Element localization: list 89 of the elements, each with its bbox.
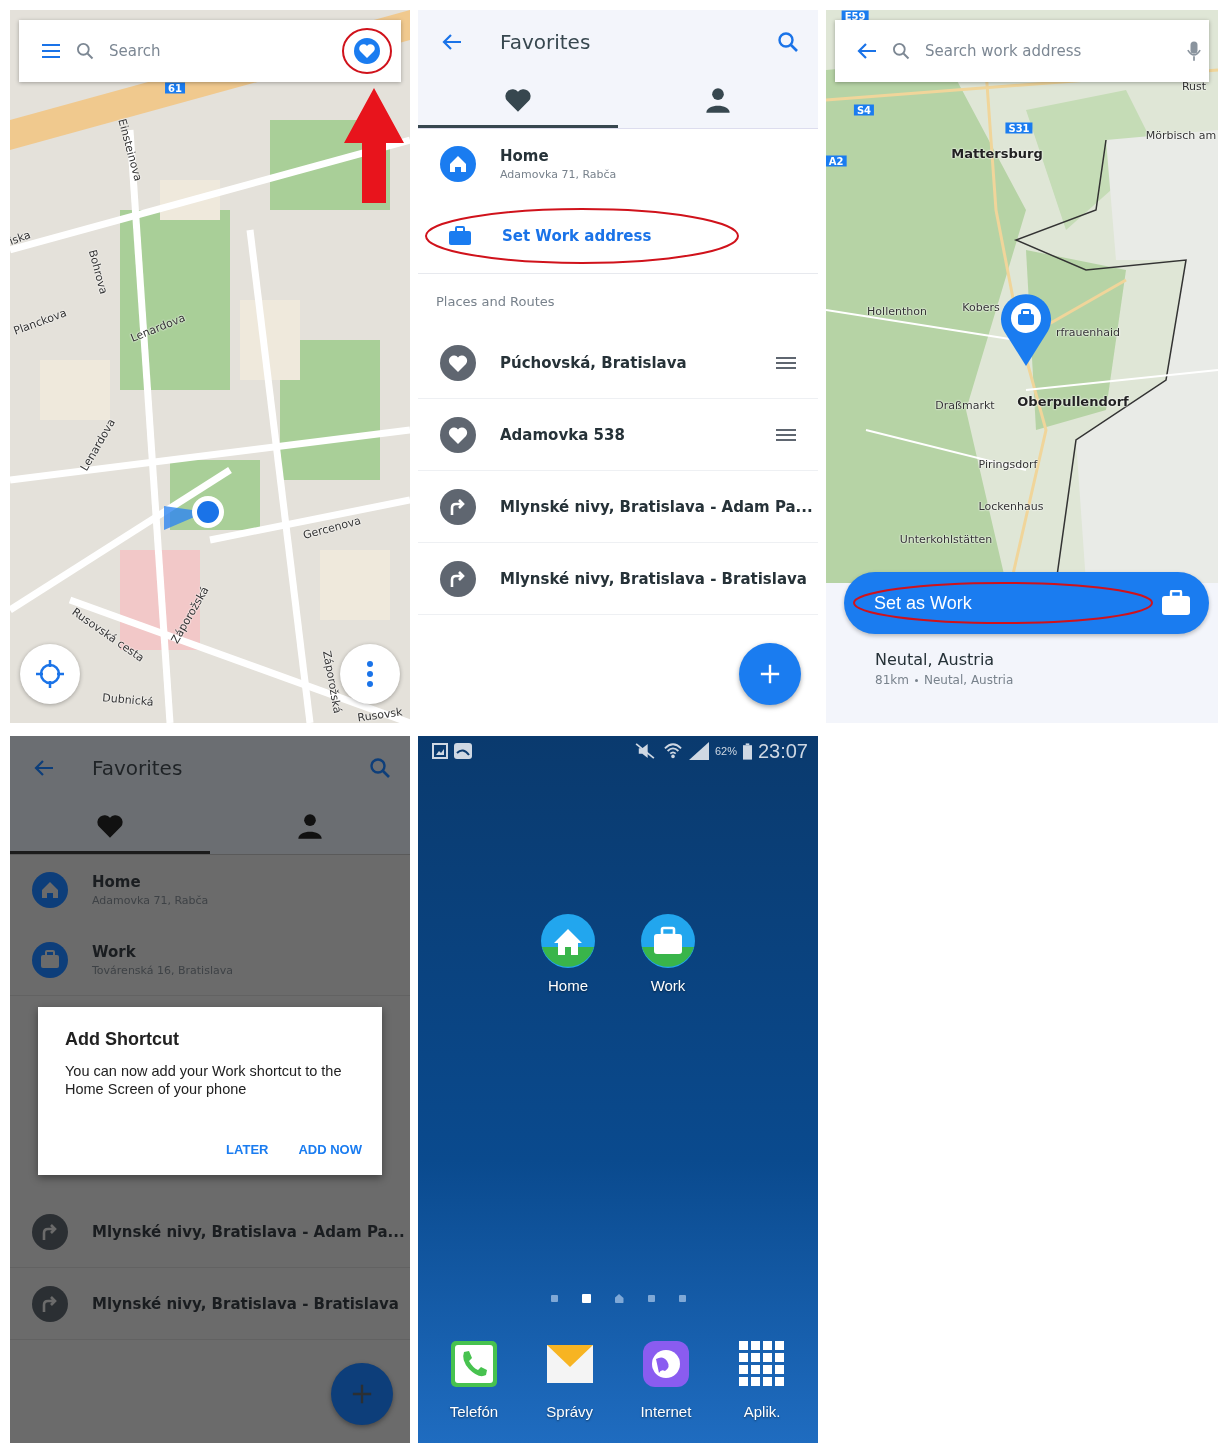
signal-icon: [688, 742, 709, 760]
person-icon: [704, 85, 732, 114]
search-field[interactable]: Search work address: [923, 41, 1175, 61]
search-icon[interactable]: [368, 756, 392, 780]
street-label: iska: [10, 228, 33, 248]
plus-icon: [759, 663, 781, 685]
place-label: Rust: [1181, 79, 1207, 93]
app-notification-icon: [454, 743, 472, 759]
wifi-icon: [662, 742, 683, 760]
place-item[interactable]: Adamovka 538: [418, 399, 818, 471]
home-favorite-item[interactable]: Home Adamovka 71, Rabča: [418, 129, 818, 199]
set-as-work-button[interactable]: Set as Work: [844, 572, 1209, 634]
dialog-message: You can now add your Work shortcut to the Home Screen of your phone: [65, 1062, 343, 1098]
section-heading: Places and Routes: [435, 293, 556, 311]
screen-title: Favorites: [92, 756, 184, 780]
home-icon: [440, 146, 476, 182]
item-title: Home: [500, 147, 550, 165]
battery-percentage: 62%: [714, 745, 737, 757]
road-number-badge: A2: [826, 155, 847, 167]
home-icon: [32, 872, 68, 908]
pointer-arrow-icon: [344, 88, 404, 203]
messages-app[interactable]: Správy: [544, 1339, 595, 1420]
drag-handle-icon[interactable]: [776, 427, 796, 442]
briefcase-icon: [448, 226, 472, 246]
place-label: Piringsdorf: [978, 457, 1038, 471]
place-label: Mattersburg: [951, 145, 1043, 161]
page-indicator-icon[interactable]: [581, 1294, 591, 1303]
search-field[interactable]: Search: [107, 41, 329, 61]
place-label: Kobers: [962, 300, 1000, 314]
place-label: Oberpullendorf: [1017, 393, 1129, 409]
search-icon: [75, 41, 95, 61]
dialog-title: Add Shortcut: [65, 1029, 180, 1050]
page-indicator-icon[interactable]: [550, 1295, 558, 1302]
clock-time: 23:07: [757, 739, 808, 763]
crosshair-icon: [35, 659, 65, 689]
search-bar[interactable]: Search: [19, 20, 401, 82]
home-shortcut[interactable]: Home: [540, 913, 596, 994]
road-number-badge: 61: [165, 82, 185, 94]
screen-title: Favorites: [500, 30, 592, 54]
place-label: Unterkohlstätten: [899, 532, 993, 546]
set-work-address-item[interactable]: Set Work address: [418, 199, 818, 274]
page-indicator-icon[interactable]: [647, 1295, 655, 1302]
add-now-button[interactable]: ADD NOW: [288, 1136, 372, 1163]
result-detail: Neutal, Austria: [923, 673, 1014, 687]
heart-icon: [96, 812, 124, 839]
street-label: Rusovsk: [356, 705, 404, 723]
internet-app[interactable]: Internet: [640, 1339, 692, 1420]
result-title: Neutal, Austria: [874, 649, 996, 669]
heart-icon: [504, 86, 532, 113]
page-indicator-icon[interactable]: [614, 1294, 624, 1303]
add-button[interactable]: [739, 643, 801, 705]
item-title: Home: [92, 873, 142, 891]
place-label: Mörbisch am: [1145, 128, 1217, 142]
battery-icon: [742, 742, 752, 760]
item-address: Adamovka 71, Rabča: [500, 168, 617, 181]
place-label: rfrauenhaid: [1055, 325, 1121, 339]
place-label: Lockenhaus: [978, 499, 1044, 513]
briefcase-icon: [32, 942, 68, 978]
page-indicator-icon[interactable]: [678, 1295, 686, 1302]
briefcase-icon: [640, 913, 696, 969]
place-label: Draßmarkt: [935, 398, 995, 412]
road-number-badge: S4: [853, 104, 875, 116]
microphone-icon[interactable]: [1187, 40, 1201, 62]
house-icon: [540, 913, 596, 969]
image-notification-icon: [432, 743, 448, 759]
more-vertical-icon: [365, 659, 375, 689]
map-pin-icon: [999, 291, 1053, 367]
plus-icon: [351, 1383, 373, 1405]
search-icon[interactable]: [776, 30, 800, 54]
item-title: Work: [92, 943, 137, 961]
globe-icon: [640, 1339, 691, 1389]
briefcase-icon: [1161, 590, 1191, 616]
result-distance: 81km: [875, 673, 909, 687]
add-button[interactable]: [331, 1363, 393, 1425]
drag-handle-icon[interactable]: [776, 355, 796, 370]
street-label: Bohrova: [85, 248, 111, 296]
apps-app[interactable]: Aplik.: [737, 1339, 788, 1420]
person-icon: [296, 811, 324, 840]
phone-app[interactable]: Telefón: [448, 1339, 499, 1420]
separator-dot-icon: [914, 678, 918, 682]
place-label: Hollenthon: [867, 304, 927, 318]
search-icon: [891, 41, 911, 61]
search-bar[interactable]: Search work address: [835, 20, 1209, 82]
street-label: Dubnická: [101, 691, 155, 709]
later-button[interactable]: LATER: [216, 1136, 279, 1163]
road-number-badge: S31: [1005, 122, 1033, 134]
phone-icon: [448, 1339, 499, 1389]
place-item[interactable]: Púchovská, Bratislava: [418, 327, 818, 399]
work-shortcut[interactable]: Work: [640, 913, 696, 994]
